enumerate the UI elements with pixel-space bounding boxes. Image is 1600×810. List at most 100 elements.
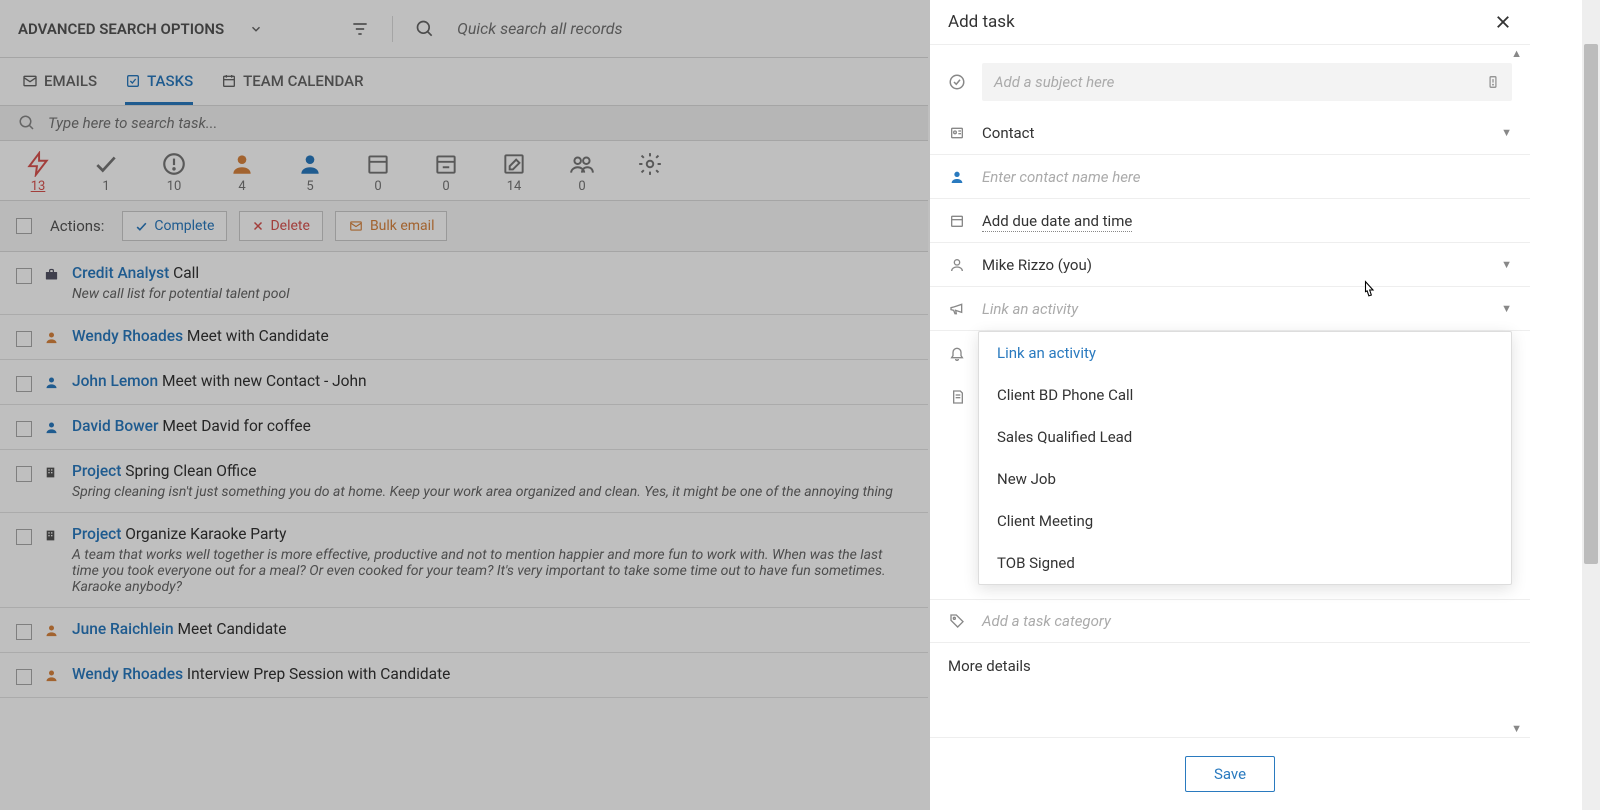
task-title-text: Meet with new Contact - John [158, 372, 367, 390]
task-row[interactable]: June Raichlein Meet Candidate [0, 608, 928, 653]
person-icon [948, 169, 966, 185]
panel-body: ▲ Add a subject here Contact ▼ Enter con… [930, 45, 1530, 737]
activity-option[interactable]: Client Meeting [979, 500, 1511, 542]
filter-check[interactable]: 1 [86, 151, 126, 194]
task-checkbox[interactable] [16, 466, 32, 482]
activity-dropdown[interactable]: Link an activityClient BD Phone CallSale… [978, 331, 1512, 585]
chevron-down-icon: ▼ [1501, 126, 1512, 139]
task-checkbox[interactable] [16, 421, 32, 437]
task-row[interactable]: John Lemon Meet with new Contact - John [0, 360, 928, 405]
filter-person-orange[interactable]: 4 [222, 151, 262, 194]
task-desc: New call list for potential talent pool [72, 286, 912, 302]
advanced-search-label[interactable]: ADVANCED SEARCH OPTIONS [18, 20, 224, 38]
task-row[interactable]: Wendy Rhoades Meet with Candidate [0, 315, 928, 360]
contact-name-row[interactable]: Enter contact name here [930, 155, 1530, 199]
task-row[interactable]: Project Organize Karaoke Party A team th… [0, 513, 928, 608]
filter-calendar-minus[interactable]: 0 [426, 151, 466, 194]
tab-team-calendar[interactable]: TEAM CALENDAR [221, 72, 363, 102]
activity-option[interactable]: TOB Signed [979, 542, 1511, 584]
tab-tasks-label: TASKS [147, 72, 193, 90]
scroll-down-icon[interactable]: ▼ [1511, 722, 1522, 735]
window-scrollbar[interactable] [1582, 0, 1600, 810]
task-title-text: Meet with Candidate [183, 327, 329, 345]
task-row[interactable]: Project Spring Clean Office Spring clean… [0, 450, 928, 513]
building-icon [44, 528, 60, 543]
task-link[interactable]: John Lemon [72, 372, 158, 390]
filter-calendar[interactable]: 0 [358, 151, 398, 194]
due-date-row[interactable]: Add due date and time [930, 199, 1530, 243]
subject-input[interactable]: Add a subject here [982, 63, 1512, 101]
filter-bolt[interactable]: 13 [18, 151, 58, 194]
quick-search-input[interactable] [457, 19, 910, 38]
tabs: EMAILS TASKS TEAM CALENDAR [0, 58, 928, 106]
activity-option[interactable]: Link an activity [979, 332, 1511, 374]
briefcase-icon [44, 267, 60, 282]
task-link[interactable]: David Bower [72, 417, 158, 435]
person-orange-icon [44, 668, 60, 683]
task-checkbox[interactable] [16, 268, 32, 284]
filter-group[interactable]: 0 [562, 151, 602, 194]
task-search-input[interactable] [48, 114, 916, 132]
tab-tasks[interactable]: TASKS [125, 72, 193, 105]
chevron-down-icon[interactable] [244, 17, 268, 41]
task-checkbox[interactable] [16, 331, 32, 347]
select-all-checkbox[interactable] [16, 218, 32, 234]
chevron-down-icon: ▼ [1501, 258, 1512, 271]
add-task-panel: Add task ▲ Add a subject here Contact ▼ [930, 0, 1530, 810]
delete-button[interactable]: Delete [239, 211, 322, 241]
person-blue-icon [44, 420, 60, 435]
task-link[interactable]: Wendy Rhoades [72, 327, 183, 345]
task-row[interactable]: David Bower Meet David for coffee [0, 405, 928, 450]
task-link[interactable]: Project [72, 462, 121, 480]
complete-button[interactable]: Complete [122, 211, 227, 241]
subject-row: Add a subject here [930, 53, 1530, 111]
action-bar: Actions: Complete Delete Bulk email [0, 201, 928, 252]
task-link[interactable]: Credit Analyst [72, 264, 169, 282]
task-title-text: Meet Candidate [174, 620, 287, 638]
task-link[interactable]: Wendy Rhoades [72, 665, 183, 683]
filter-bar: 13 1 10 4 5 0 0 14 [0, 141, 928, 201]
activity-row[interactable]: Link an activity ▼ [930, 287, 1530, 331]
panel-footer: Save [930, 737, 1530, 810]
tab-emails[interactable]: EMAILS [22, 72, 97, 102]
filter-edit[interactable]: 14 [494, 151, 534, 194]
note-icon [948, 389, 966, 405]
building-icon [44, 465, 60, 480]
task-checkbox[interactable] [16, 376, 32, 392]
person-orange-icon [44, 330, 60, 345]
category-row[interactable]: Add a task category [930, 599, 1530, 643]
task-checkbox[interactable] [16, 529, 32, 545]
task-link[interactable]: Project [72, 525, 121, 543]
search-icon[interactable] [18, 114, 36, 132]
activity-option[interactable]: New Job [979, 458, 1511, 500]
more-details-link[interactable]: More details [930, 643, 1530, 689]
filter-person-blue[interactable]: 5 [290, 151, 330, 194]
activity-option[interactable]: Client BD Phone Call [979, 374, 1511, 416]
scrollbar-thumb[interactable] [1584, 44, 1598, 564]
calendar-icon [948, 213, 966, 229]
filter-icon[interactable] [348, 17, 372, 41]
priority-icon [1486, 74, 1500, 90]
filter-gear[interactable] [630, 151, 670, 194]
save-button[interactable]: Save [1185, 756, 1275, 792]
close-icon[interactable] [1494, 13, 1512, 31]
scroll-up-icon[interactable]: ▲ [1511, 47, 1522, 60]
filter-alert[interactable]: 10 [154, 151, 194, 194]
panel-header: Add task [930, 0, 1530, 45]
assignee-row[interactable]: Mike Rizzo (you) ▼ [930, 243, 1530, 287]
search-icon[interactable] [413, 17, 437, 41]
task-title-text: Call [169, 264, 199, 282]
task-checkbox[interactable] [16, 624, 32, 640]
bell-icon [948, 345, 966, 361]
task-row[interactable]: Credit Analyst Call New call list for po… [0, 252, 928, 315]
activity-option[interactable]: Sales Qualified Lead [979, 416, 1511, 458]
task-title-text: Organize Karaoke Party [121, 525, 286, 543]
bulk-email-button[interactable]: Bulk email [335, 211, 448, 241]
tag-icon [948, 613, 966, 629]
task-link[interactable]: June Raichlein [72, 620, 174, 638]
actions-label: Actions: [50, 217, 104, 235]
task-checkbox[interactable] [16, 669, 32, 685]
contact-type-row[interactable]: Contact ▼ [930, 111, 1530, 155]
tab-calendar-label: TEAM CALENDAR [243, 72, 363, 90]
task-row[interactable]: Wendy Rhoades Interview Prep Session wit… [0, 653, 928, 698]
